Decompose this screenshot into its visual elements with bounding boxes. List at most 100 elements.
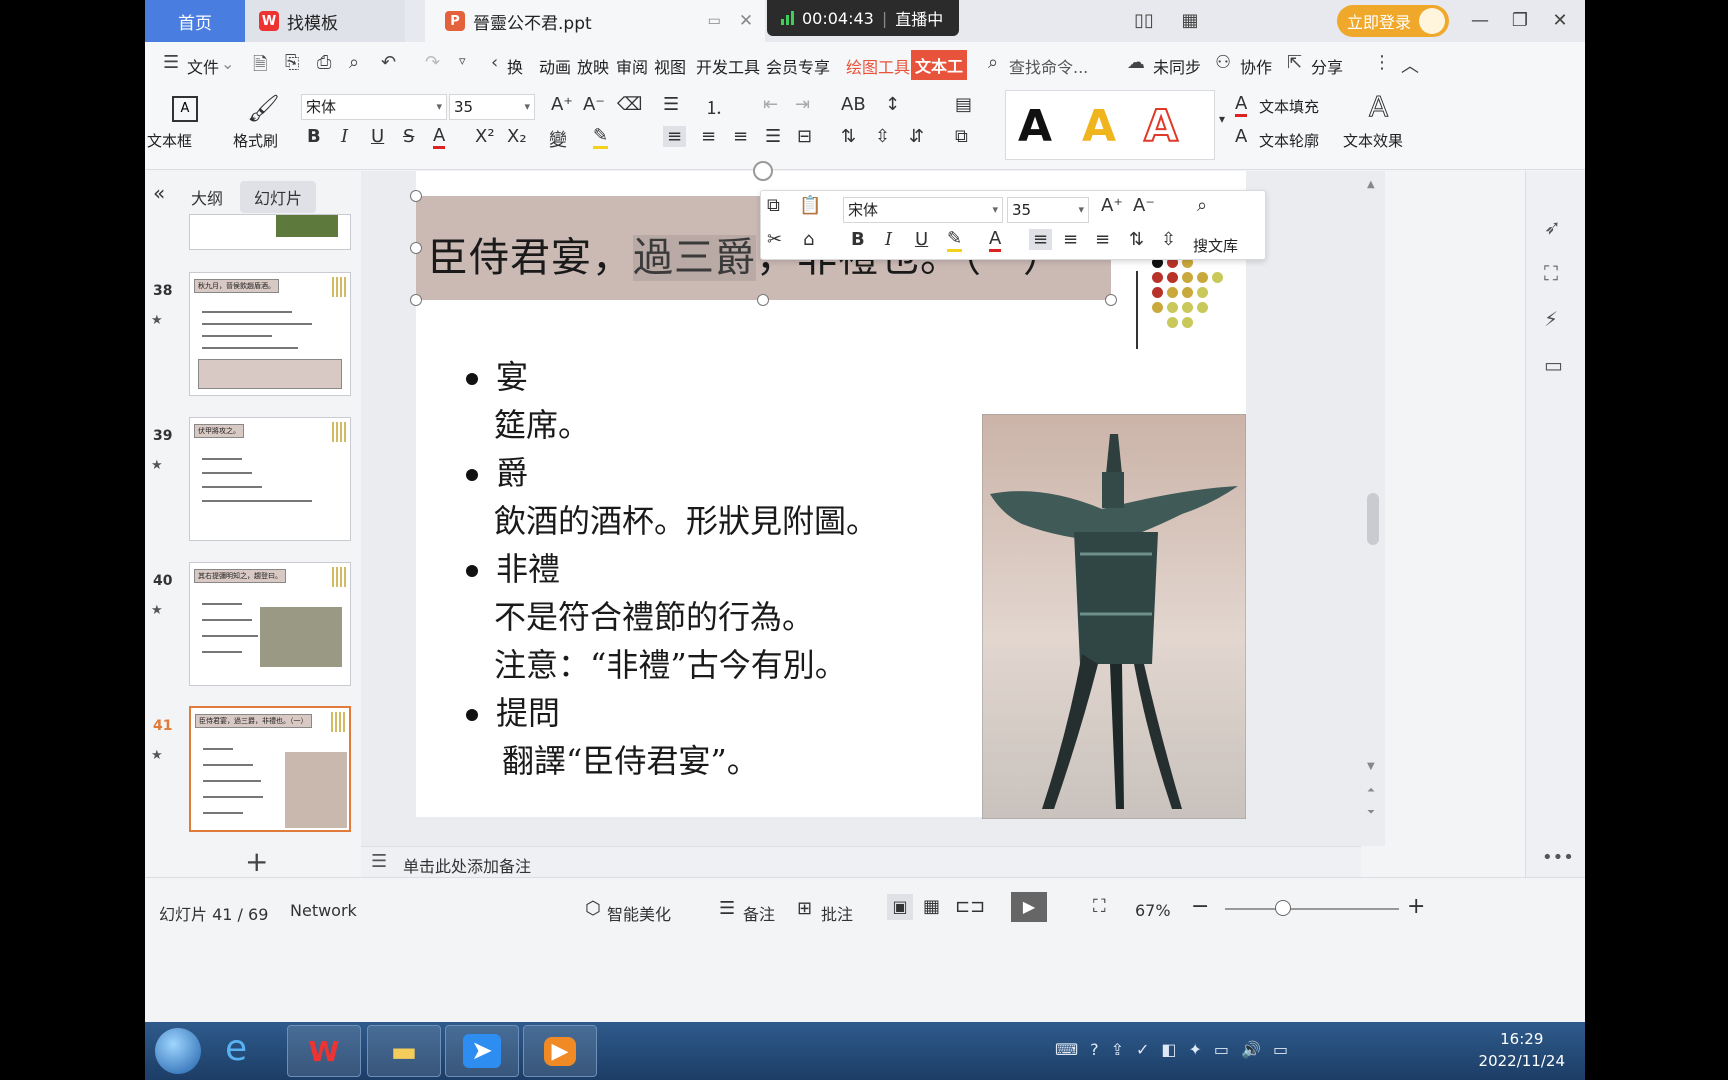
menu-member[interactable]: 会员专享 — [766, 54, 830, 78]
tab-templates[interactable]: W 找模板 — [245, 0, 405, 42]
sort-icon[interactable]: ↕ — [885, 94, 900, 115]
slide-thumb-39[interactable]: 伏甲將攻之。 — [189, 417, 351, 541]
zoom-slider[interactable] — [1225, 908, 1399, 910]
number-list-icon[interactable]: ⒈ — [705, 94, 723, 120]
slide-thumb-41[interactable]: 臣侍君宴，過三爵，非禮也。（一） — [189, 706, 351, 832]
shrink-font-icon[interactable]: A⁻ — [583, 94, 605, 115]
restore-icon[interactable]: ❐ — [1505, 6, 1535, 36]
customize-icon[interactable]: ▿ — [459, 54, 466, 69]
layout-1-icon[interactable]: ▯▯ — [1129, 6, 1159, 36]
underline-icon[interactable]: U — [915, 229, 928, 250]
collab-button[interactable]: 协作 — [1240, 54, 1272, 78]
edit-canvas[interactable]: 臣侍君宴，過三爵，非禮也。（一） 宴 筵席。 爵 飲酒的酒杯。形狀見附圖。 非禮… — [361, 161, 1361, 846]
scroll-down-icon[interactable]: ▼ — [1367, 761, 1375, 772]
undo-icon[interactable]: ↶ — [381, 52, 396, 73]
font-size-select[interactable]: 35 — [449, 94, 535, 120]
highlight-icon[interactable]: ✎ — [947, 229, 963, 252]
mini-size-select[interactable]: 35 — [1007, 197, 1089, 223]
content-body[interactable]: 宴 筵席。 爵 飲酒的酒杯。形狀見附圖。 非禮 不是符合禮節的行為。 注意：“非… — [466, 353, 878, 785]
textbox-button[interactable]: A 文本框 — [145, 88, 223, 170]
menu-switch[interactable]: 换 — [507, 54, 523, 78]
line-spacing-icon[interactable]: ⇅ — [841, 126, 856, 147]
resize-handle[interactable] — [757, 294, 769, 306]
menu-text-tools[interactable]: 文本工 — [911, 50, 968, 80]
bold-icon[interactable]: B — [307, 126, 321, 147]
menu-drawing-tools[interactable]: 绘图工具 — [846, 54, 910, 78]
rotate-handle[interactable] — [753, 161, 773, 181]
image-tool-icon[interactable]: ⛶ — [1544, 261, 1558, 285]
preview-icon[interactable]: ⌕ — [349, 52, 359, 73]
prev-slide-icon[interactable]: ⏶ — [1367, 785, 1375, 796]
highlight-icon[interactable]: ✎ — [593, 126, 609, 149]
beautify-button[interactable]: 智能美化 — [607, 901, 671, 925]
eraser-icon[interactable]: ⌫ — [617, 94, 642, 115]
close-tab-icon[interactable]: ✕ — [739, 11, 753, 31]
collapse-ribbon-icon[interactable]: ︿ — [1401, 52, 1419, 78]
columns-icon[interactable]: ▤ — [955, 94, 972, 115]
comment-button[interactable]: 批注 — [821, 901, 853, 925]
style-gold[interactable]: A — [1082, 101, 1116, 152]
format-brush-icon[interactable]: ⌂ — [803, 229, 814, 250]
style-black[interactable]: A — [1018, 101, 1052, 152]
superscript-icon[interactable]: X² — [475, 126, 495, 147]
ie-icon[interactable]: e — [225, 1028, 247, 1069]
redo-icon[interactable]: ↷ — [425, 52, 440, 73]
shrink-font-icon[interactable]: A⁻ — [1133, 195, 1155, 216]
slide-thumb-40[interactable]: 其右提彌明知之，趨登曰。 — [189, 562, 351, 686]
tab-slides[interactable]: 幻灯片 — [240, 181, 317, 213]
more-icon[interactable]: ⋮ — [1373, 52, 1391, 73]
fit-window-icon[interactable]: ⛶ — [1093, 896, 1106, 917]
collapse-panel-icon[interactable]: « — [153, 181, 165, 205]
mini-font-select[interactable]: 宋体 — [843, 197, 1003, 223]
taskbar-app-blue[interactable]: ➤ — [445, 1025, 519, 1077]
outdent-icon[interactable]: ⇤ — [763, 94, 778, 115]
smartart-icon[interactable]: ⧉ — [955, 126, 968, 147]
title-selected-text[interactable]: 過三爵 — [633, 235, 756, 281]
menu-animation[interactable]: 动画 — [539, 54, 571, 78]
font-color-icon[interactable]: A — [989, 229, 1002, 252]
tab-outline[interactable]: 大纲 — [191, 185, 223, 209]
align-right-icon[interactable]: ≡ — [1095, 229, 1110, 250]
spacing-options-icon[interactable]: ⇵ — [909, 126, 924, 147]
font-color-icon[interactable]: A — [433, 126, 446, 149]
scroll-up-icon[interactable]: ▲ — [1367, 179, 1375, 190]
distribute-icon[interactable]: ⊟ — [797, 126, 812, 147]
text-fill-button[interactable]: 文本填充 — [1259, 96, 1319, 117]
more-options-icon[interactable]: ••• — [1542, 847, 1574, 868]
menu-file[interactable]: 文件 — [187, 54, 219, 78]
text-direction-icon[interactable]: AB — [841, 94, 866, 115]
add-slide-button[interactable]: + — [245, 845, 268, 878]
bold-icon[interactable]: B — [851, 229, 865, 250]
font-select[interactable]: 宋体 — [301, 94, 447, 120]
reading-view-icon[interactable]: ⊏⊐ — [955, 896, 985, 917]
subscript-icon[interactable]: X₂ — [507, 126, 527, 147]
zoom-slider-thumb[interactable] — [1275, 900, 1291, 916]
zoom-in-icon[interactable]: + — [1407, 894, 1425, 919]
grow-font-icon[interactable]: A⁺ — [551, 94, 573, 115]
paste-icon[interactable]: 📋 — [799, 195, 821, 216]
tab-document[interactable]: P 晉靈公不君.ppt ▭ ✕ — [425, 0, 765, 42]
para-spacing-icon[interactable]: ⇳ — [1161, 229, 1176, 250]
copy-icon[interactable]: ⧉ — [767, 195, 780, 216]
play-button[interactable]: ▶ — [1011, 892, 1047, 922]
chevron-down-icon[interactable]: ⌄ — [221, 54, 234, 73]
minimize-icon[interactable]: — — [1465, 6, 1495, 36]
grid-icon[interactable]: ▦ — [1175, 6, 1205, 36]
slide-thumb-37[interactable] — [189, 214, 351, 250]
scroll-thumb[interactable] — [1367, 493, 1379, 545]
para-spacing-icon[interactable]: ⇳ — [875, 126, 890, 147]
gallery-expand-icon[interactable]: ▾ — [1219, 112, 1225, 126]
share-button[interactable]: 分享 — [1311, 54, 1343, 78]
system-clock[interactable]: 16:29 2022/11/24 — [1479, 1028, 1565, 1072]
menu-review[interactable]: 审阅 — [616, 54, 648, 78]
bullet-list-icon[interactable]: ☰ — [663, 94, 679, 115]
notes-placeholder[interactable]: 单击此处添加备注 — [403, 853, 531, 877]
align-center-icon[interactable]: ≡ — [1063, 229, 1078, 250]
slide-thumb-38[interactable]: 秋九月，晉侯飲趙盾酒。 — [189, 272, 351, 396]
align-center-icon[interactable]: ≡ — [701, 126, 716, 147]
tray-icons[interactable]: ⌨?⇪✓◧✦▭🔊▭ — [1055, 1040, 1300, 1059]
justify-icon[interactable]: ☰ — [765, 126, 781, 147]
animation-icon[interactable]: ⚡ — [1544, 307, 1558, 331]
style-red-outline[interactable]: A — [1143, 100, 1179, 153]
jue-vessel-image[interactable] — [982, 414, 1246, 819]
